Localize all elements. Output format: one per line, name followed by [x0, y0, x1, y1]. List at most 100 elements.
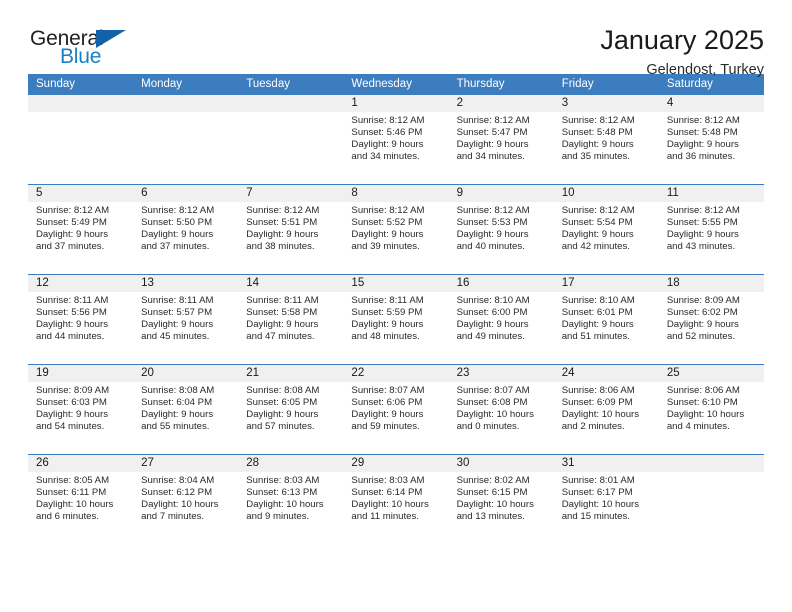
day-number-12[interactable]: 12 [28, 275, 133, 292]
day-number-22[interactable]: 22 [343, 365, 448, 382]
day-cell-empty [659, 472, 764, 544]
day-number-3[interactable]: 3 [554, 95, 659, 112]
daylight-text: Daylight: 9 hours [351, 139, 424, 151]
sunset-text: Sunset: 6:13 PM [246, 487, 318, 499]
day-number-20[interactable]: 20 [133, 365, 238, 382]
day-number-15[interactable]: 15 [343, 275, 448, 292]
day-cell-13[interactable]: Sunrise: 8:11 AM Sunset: 5:57 PM Daylight:… [133, 292, 238, 364]
day-number-31[interactable]: 31 [554, 455, 659, 472]
daylight-text: Daylight: 9 hours [246, 229, 319, 241]
day-number-11[interactable]: 11 [659, 185, 764, 202]
sunset-text: Sunset: 6:17 PM [561, 487, 633, 499]
day-number-17[interactable]: 17 [554, 275, 659, 292]
day-number-13[interactable]: 13 [133, 275, 238, 292]
day-cell-14[interactable]: Sunrise: 8:11 AM Sunset: 5:58 PM Daylight:… [238, 292, 343, 364]
daylight-text: Daylight: 9 hours [36, 409, 108, 421]
day-cell-17[interactable]: Sunrise: 8:10 AM Sunset: 6:01 PM Daylight:… [554, 292, 659, 364]
day-number-empty [133, 95, 238, 112]
day-number-empty [28, 95, 133, 112]
sunrise-text: Sunrise: 8:01 AM [561, 475, 635, 486]
day-cell-15[interactable]: Sunrise: 8:11 AM Sunset: 5:59 PM Daylight:… [343, 292, 448, 364]
day-number-18[interactable]: 18 [659, 275, 764, 292]
daylight-text: Daylight: 10 hours [561, 409, 640, 421]
day-number-28[interactable]: 28 [238, 455, 343, 472]
daylight-text: Daylight: 10 hours [666, 409, 745, 421]
day-number-5[interactable]: 5 [28, 185, 133, 202]
daylight-text: Daylight: 9 hours [666, 139, 739, 151]
day-number-30[interactable]: 30 [449, 455, 554, 472]
page-title: January 2025 [600, 25, 764, 55]
day-cell-20[interactable]: Sunrise: 8:08 AM Sunset: 6:04 PM Daylight:… [133, 382, 238, 454]
day-cell-11[interactable]: Sunrise: 8:12 AM Sunset: 5:55 PM Daylight:… [659, 202, 764, 274]
day-number-26[interactable]: 26 [28, 455, 133, 472]
day-number-25[interactable]: 25 [659, 365, 764, 382]
weekday-header-sunday: Sunday [36, 78, 76, 90]
daylight-text: and 13 minutes. [456, 511, 525, 523]
day-number-4[interactable]: 4 [659, 95, 764, 112]
day-cell-7[interactable]: Sunrise: 8:12 AM Sunset: 5:51 PM Daylight:… [238, 202, 343, 274]
day-cell-28[interactable]: Sunrise: 8:03 AM Sunset: 6:13 PM Daylight:… [238, 472, 343, 544]
daylight-text: and 42 minutes. [561, 241, 630, 253]
day-cell-5[interactable]: Sunrise: 8:12 AM Sunset: 5:49 PM Daylight:… [28, 202, 133, 274]
day-number-6[interactable]: 6 [133, 185, 238, 202]
day-cell-21[interactable]: Sunrise: 8:08 AM Sunset: 6:05 PM Daylight:… [238, 382, 343, 454]
day-number-19[interactable]: 19 [28, 365, 133, 382]
day-cell-6[interactable]: Sunrise: 8:12 AM Sunset: 5:50 PM Daylight:… [133, 202, 238, 274]
sunrise-text: Sunrise: 8:12 AM [456, 205, 530, 216]
day-cell-25[interactable]: Sunrise: 8:06 AM Sunset: 6:10 PM Daylight:… [659, 382, 764, 454]
day-number-2[interactable]: 2 [449, 95, 554, 112]
daylight-text: Daylight: 10 hours [456, 499, 534, 511]
sunrise-text: Sunrise: 8:12 AM [561, 205, 635, 216]
day-cell-1[interactable]: Sunrise: 8:12 AM Sunset: 5:46 PM Daylight:… [343, 112, 448, 184]
day-number-24[interactable]: 24 [554, 365, 659, 382]
day-cell-18[interactable]: Sunrise: 8:09 AM Sunset: 6:02 PM Daylight:… [659, 292, 764, 364]
calendar-week-row: 19 20 21 22 23 24 25 Sunrise: 8:09 AM Sunset: 6:… [28, 364, 764, 454]
day-number-7[interactable]: 7 [238, 185, 343, 202]
general-blue-logo[interactable]: General Blue [28, 26, 140, 72]
daylight-text: and 55 minutes. [141, 421, 210, 433]
day-cell-9[interactable]: Sunrise: 8:12 AM Sunset: 5:53 PM Daylight:… [449, 202, 554, 274]
day-number-21[interactable]: 21 [238, 365, 343, 382]
daylight-text: and 43 minutes. [666, 241, 736, 253]
daylight-text: Daylight: 9 hours [36, 319, 108, 331]
daylight-text: Daylight: 9 hours [456, 319, 529, 331]
day-number-9[interactable]: 9 [449, 185, 554, 202]
day-cell-31[interactable]: Sunrise: 8:01 AM Sunset: 6:17 PM Daylight:… [554, 472, 659, 544]
day-number-23[interactable]: 23 [449, 365, 554, 382]
day-cell-24[interactable]: Sunrise: 8:06 AM Sunset: 6:09 PM Daylight:… [554, 382, 659, 454]
day-number-16[interactable]: 16 [449, 275, 554, 292]
day-number-14[interactable]: 14 [238, 275, 343, 292]
daylight-text: Daylight: 9 hours [351, 229, 424, 241]
day-cell-3[interactable]: Sunrise: 8:12 AM Sunset: 5:48 PM Daylight:… [554, 112, 659, 184]
day-cell-19[interactable]: Sunrise: 8:09 AM Sunset: 6:03 PM Daylight:… [28, 382, 133, 454]
day-cell-16[interactable]: Sunrise: 8:10 AM Sunset: 6:00 PM Daylight:… [449, 292, 554, 364]
sunrise-text: Sunrise: 8:12 AM [351, 205, 425, 216]
day-detail-row: Sunrise: 8:05 AM Sunset: 6:11 PM Daylight:… [28, 472, 764, 544]
daylight-text: and 7 minutes. [141, 511, 205, 523]
daylight-text: Daylight: 10 hours [246, 499, 324, 511]
day-cell-10[interactable]: Sunrise: 8:12 AM Sunset: 5:54 PM Daylight:… [554, 202, 659, 274]
day-cell-29[interactable]: Sunrise: 8:03 AM Sunset: 6:14 PM Daylight:… [343, 472, 448, 544]
day-number-29[interactable]: 29 [343, 455, 448, 472]
day-number-8[interactable]: 8 [343, 185, 448, 202]
day-cell-23[interactable]: Sunrise: 8:07 AM Sunset: 6:08 PM Daylight:… [449, 382, 554, 454]
sunrise-text: Sunrise: 8:11 AM [141, 295, 214, 306]
day-number-27[interactable]: 27 [133, 455, 238, 472]
sunrise-text: Sunrise: 8:12 AM [36, 205, 110, 216]
day-cell-30[interactable]: Sunrise: 8:02 AM Sunset: 6:15 PM Daylight:… [449, 472, 554, 544]
day-cell-22[interactable]: Sunrise: 8:07 AM Sunset: 6:06 PM Daylight:… [343, 382, 448, 454]
sunrise-text: Sunrise: 8:08 AM [141, 385, 215, 396]
sunset-text: Sunset: 5:48 PM [561, 127, 633, 139]
day-number-row: 5 6 7 8 9 10 11 [28, 185, 764, 202]
daylight-text: and 39 minutes. [351, 241, 420, 253]
day-number-10[interactable]: 10 [554, 185, 659, 202]
day-cell-8[interactable]: Sunrise: 8:12 AM Sunset: 5:52 PM Daylight:… [343, 202, 448, 274]
day-cell-27[interactable]: Sunrise: 8:04 AM Sunset: 6:12 PM Daylight:… [133, 472, 238, 544]
sunset-text: Sunset: 6:11 PM [36, 487, 107, 499]
sunrise-text: Sunrise: 8:07 AM [456, 385, 530, 396]
day-cell-26[interactable]: Sunrise: 8:05 AM Sunset: 6:11 PM Daylight:… [28, 472, 133, 544]
day-number-1[interactable]: 1 [343, 95, 448, 112]
day-cell-4[interactable]: Sunrise: 8:12 AM Sunset: 5:48 PM Daylight:… [659, 112, 764, 184]
day-cell-2[interactable]: Sunrise: 8:12 AM Sunset: 5:47 PM Daylight:… [449, 112, 554, 184]
day-cell-12[interactable]: Sunrise: 8:11 AM Sunset: 5:56 PM Daylight:… [28, 292, 133, 364]
